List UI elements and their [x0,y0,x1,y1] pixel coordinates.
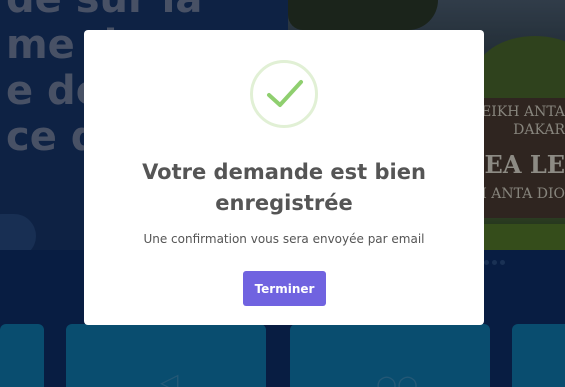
dialog-title: Votre demande est bien enregistrée [142,160,426,215]
finish-button[interactable]: Terminer [243,271,326,306]
checkmark-icon [267,80,303,107]
confirmation-dialog: Votre demande est bien enregistrée Une c… [84,30,484,325]
dialog-message: Une confirmation vous sera envoyée par e… [143,232,425,246]
check-circle-icon [250,60,318,128]
